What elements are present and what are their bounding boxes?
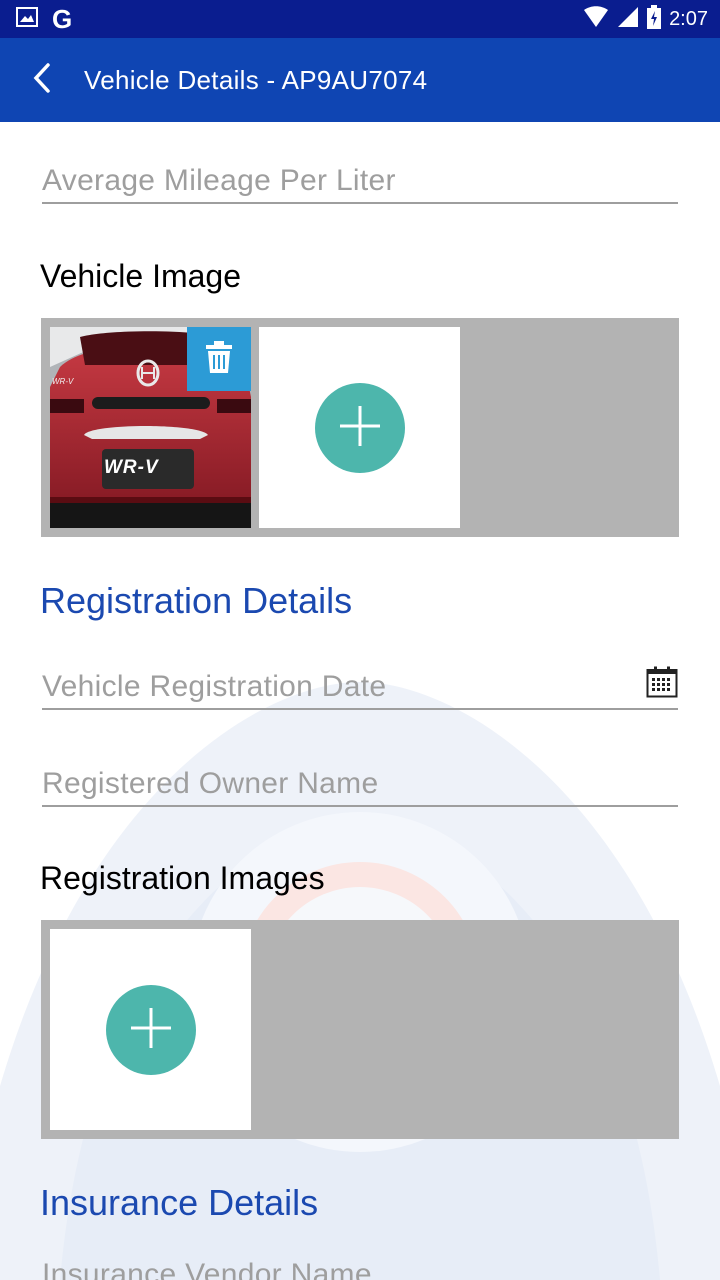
registration-images-label: Registration Images (40, 860, 325, 896)
status-time: 2:07 (669, 7, 708, 30)
vehicle-badge: WR-V (104, 457, 159, 478)
vehicle-image-strip: WR-V WR-V (41, 318, 679, 537)
vehicle-photo[interactable]: WR-V WR-V (50, 327, 251, 528)
plus-icon (129, 1006, 173, 1054)
trash-icon (205, 340, 233, 378)
registration-date-placeholder: Vehicle Registration Date (42, 670, 387, 703)
app-bar: Vehicle Details - AP9AU7074 (0, 38, 720, 122)
insurance-vendor-placeholder: Insurance Vendor Name (42, 1258, 372, 1280)
delete-photo-button[interactable] (187, 327, 251, 391)
vehicle-small-badge: WR-V (52, 377, 74, 386)
owner-name-placeholder: Registered Owner Name (42, 767, 379, 800)
calendar-icon[interactable] (646, 666, 678, 702)
signal-icon (617, 6, 639, 32)
plus-icon (338, 404, 382, 452)
registration-details-heading: Registration Details (40, 580, 353, 621)
vehicle-image-label: Vehicle Image (40, 258, 242, 294)
battery-charging-icon (647, 5, 662, 33)
status-bar: G 2:07 (0, 0, 720, 38)
registration-date-field[interactable]: Vehicle Registration Date (42, 666, 678, 710)
mileage-placeholder: Average Mileage Per Liter (42, 164, 396, 197)
add-registration-image-button[interactable] (105, 984, 196, 1075)
registration-image-strip (41, 920, 679, 1139)
wifi-icon (583, 6, 609, 32)
insurance-vendor-field[interactable]: Insurance Vendor Name (42, 1254, 678, 1280)
page-title: Vehicle Details - AP9AU7074 (84, 64, 428, 95)
image-notification-icon (16, 7, 38, 31)
owner-name-field[interactable]: Registered Owner Name (42, 763, 678, 807)
back-arrow-icon (32, 62, 52, 98)
vehicle-details-form: Average Mileage Per Liter Vehicle Image (0, 122, 720, 1280)
google-icon: G (52, 4, 73, 34)
add-vehicle-image-tile[interactable] (259, 327, 460, 528)
mileage-field[interactable]: Average Mileage Per Liter (42, 160, 678, 204)
add-registration-image-tile[interactable] (50, 929, 251, 1130)
insurance-details-heading: Insurance Details (40, 1182, 319, 1223)
back-button[interactable] (0, 38, 84, 122)
add-vehicle-image-button[interactable] (314, 382, 405, 473)
